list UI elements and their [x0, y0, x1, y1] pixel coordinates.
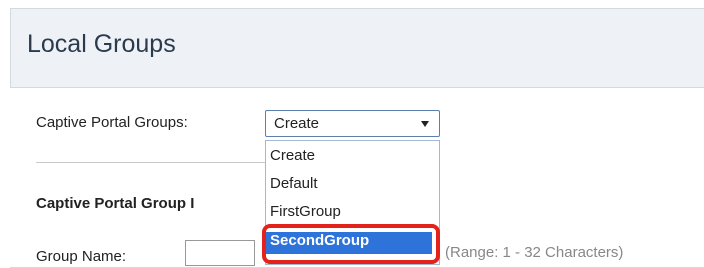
group-name-hint: (Range: 1 - 32 Characters) — [445, 244, 624, 261]
group-name-input[interactable] — [185, 240, 255, 266]
highlight-box — [262, 224, 440, 264]
group-name-label: Group Name: — [36, 248, 127, 265]
captive-portal-groups-label: Captive Portal Groups: — [36, 114, 188, 131]
page-title: Local Groups — [27, 30, 176, 58]
option-default[interactable]: Default — [270, 175, 318, 192]
option-firstgroup[interactable]: FirstGroup — [270, 203, 341, 220]
divider — [36, 162, 266, 163]
captive-portal-groups-select[interactable]: Create — [265, 110, 440, 137]
option-create[interactable]: Create — [270, 147, 315, 164]
section-title: Captive Portal Group I — [36, 195, 195, 212]
chevron-down-icon — [421, 121, 429, 127]
select-value: Create — [274, 115, 320, 132]
